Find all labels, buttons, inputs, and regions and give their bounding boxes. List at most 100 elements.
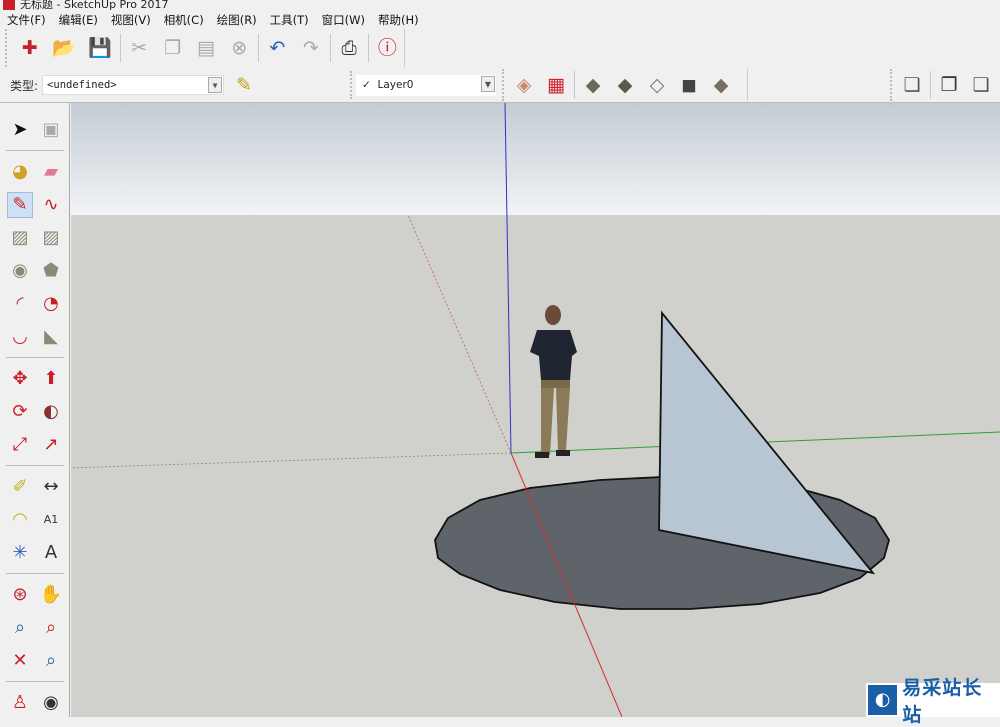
toolbar-row-2: 类型: <undefined> ▼ ✎ ✓ Layer0 ▼ ◈ ▦ ◆ ◆ ◇ ◼ ◆ ❏ ❐ ❏ (0, 67, 1000, 103)
freehand-icon[interactable]: ∿ (38, 192, 64, 218)
toolbar-separator (329, 34, 331, 62)
viewport-3d[interactable] (71, 103, 1000, 717)
pencil-icon[interactable]: ✎ (7, 191, 33, 218)
two-point-arc-icon[interactable]: ◡ (7, 324, 33, 350)
sketchup-logo-icon (3, 0, 15, 10)
tool-row: ✐ ↔ (4, 470, 66, 503)
menu-item[interactable]: 文件(F) (0, 11, 52, 29)
tool-row: ♙ ◉ (4, 686, 66, 719)
sandbox-smoove-icon[interactable]: ◆ (581, 73, 605, 97)
menu-item[interactable]: 窗口(W) (315, 11, 371, 29)
make-component-icon[interactable]: ▣ (38, 117, 64, 143)
redo-icon[interactable]: ↷ (300, 36, 321, 60)
section-fill-icon[interactable]: ▦ (544, 73, 568, 97)
erase-icon[interactable]: ⊗ (229, 36, 250, 60)
tool-row: ⟳ ◐ (4, 395, 66, 428)
new-icon[interactable]: ✚ (19, 36, 40, 60)
menu-item[interactable]: 相机(C) (157, 11, 210, 29)
circle-icon[interactable]: ◉ (7, 258, 33, 284)
tape-measure-icon[interactable]: ✐ (7, 474, 33, 500)
tool-row: ◕ ▰ (4, 155, 66, 188)
sandbox-add-detail-icon[interactable]: ◼ (677, 73, 701, 97)
toolbar-separator (6, 150, 64, 151)
watermark-text: 易采站长站 (902, 677, 983, 726)
tool-row: ▨ ▨ (4, 221, 66, 254)
select-icon[interactable]: ➤ (7, 117, 33, 143)
watermark-logo-icon: ◐ (868, 685, 898, 715)
tag-edit-icon[interactable]: ✎ (232, 73, 256, 97)
style-hidden-line-icon[interactable]: ❏ (969, 73, 993, 97)
rotate-icon[interactable]: ⟳ (7, 399, 33, 425)
dimension-icon[interactable]: ↔ (38, 474, 64, 500)
style-xray-icon[interactable]: ❏ (900, 73, 924, 97)
section-plane-icon[interactable]: ◈ (512, 73, 536, 97)
standard-toolbar: ✚ 📂 💾 ✂ ❐ ▤ ⊗ ↶ ↷ ⎙ ⓘ (5, 29, 405, 67)
three-point-arc-icon[interactable]: ◣ (38, 324, 64, 350)
layers-toolbar: ✓ Layer0 ▼ (350, 71, 496, 99)
paint-bucket-icon[interactable]: ◕ (7, 159, 33, 185)
style-wireframe-icon[interactable]: ❐ (937, 73, 961, 97)
offset-icon[interactable]: ↗ (38, 432, 64, 458)
large-tool-set: ➤ ▣ ◕ ▰ ✎ ∿ ▨ ▨ ◉ ⬟ ◜ ◔ ◡ ◣ ✥ ⬆ ⟳ ◐ ⤢ ↗ ✐ ↔ ◠ A1 ✳ A ⊛ ✋ ⌕ ⌕ ✕ ⌕ ♙ ◉ (0, 103, 70, 717)
chevron-down-icon[interactable]: ▼ (481, 75, 495, 92)
menu-item[interactable]: 绘图(R) (210, 11, 263, 29)
copy-icon[interactable]: ❐ (162, 36, 183, 60)
paste-icon[interactable]: ▤ (195, 36, 216, 60)
watermark: ◐ 易采站长站 (866, 677, 1000, 726)
toolbar-separator (6, 357, 64, 358)
menu-item[interactable]: 视图(V) (104, 11, 157, 29)
toolbar-separator (6, 681, 64, 682)
look-around-icon[interactable]: ◉ (38, 690, 64, 716)
entity-type-combo[interactable]: <undefined> ▼ (42, 75, 225, 95)
zoom-icon[interactable]: ⌕ (7, 615, 33, 641)
save-icon[interactable]: 💾 (88, 36, 112, 60)
3d-text-icon[interactable]: A (38, 540, 64, 566)
scale-icon[interactable]: ⤢ (7, 432, 33, 458)
entity-type-label: 类型: (10, 78, 39, 93)
pan-icon[interactable]: ✋ (38, 582, 64, 608)
menu-item[interactable]: 帮助(H) (371, 11, 425, 29)
follow-me-icon[interactable]: ◐ (38, 399, 64, 425)
layer-dropdown[interactable]: ✓ Layer0 ▼ (356, 74, 496, 96)
move-icon[interactable]: ✥ (7, 366, 33, 392)
entity-info-toolbar: 类型: <undefined> ▼ ✎ (2, 69, 267, 101)
rotated-rectangle-icon[interactable]: ▨ (38, 225, 64, 251)
tool-row: ✥ ⬆ (4, 362, 66, 395)
tool-row: ◡ ◣ (4, 320, 66, 353)
pie-icon[interactable]: ◔ (38, 291, 64, 317)
axes-icon[interactable]: ✳ (7, 540, 33, 566)
print-icon[interactable]: ⎙ (338, 36, 359, 60)
sandbox-stamp-icon[interactable]: ◆ (613, 73, 637, 97)
model-info-icon[interactable]: ⓘ (377, 36, 398, 60)
orbit-icon[interactable]: ⊛ (7, 582, 33, 608)
protractor-icon[interactable]: ◠ (7, 507, 33, 533)
tool-row: ➤ ▣ (4, 113, 66, 146)
menu-item[interactable]: 编辑(E) (52, 11, 104, 29)
window-title-text: 无标题 - SketchUp Pro 2017 (20, 0, 169, 11)
zoom-extents-icon[interactable]: ✕ (7, 648, 33, 674)
rectangle-icon[interactable]: ▨ (7, 225, 33, 251)
styles-toolbar: ❏ ❐ ❏ (890, 69, 1000, 101)
text-icon[interactable]: A1 (38, 507, 64, 533)
layer-name: Layer0 (377, 78, 414, 91)
open-icon[interactable]: 📂 (52, 36, 76, 60)
sandbox-drape-icon[interactable]: ◇ (645, 73, 669, 97)
tool-row: ◠ A1 (4, 503, 66, 536)
undo-icon[interactable]: ↶ (267, 36, 288, 60)
eraser-icon[interactable]: ▰ (38, 159, 64, 185)
push-pull-icon[interactable]: ⬆ (38, 366, 64, 392)
cut-icon[interactable]: ✂ (129, 36, 150, 60)
toolbar-separator (119, 34, 121, 62)
ground (71, 215, 1000, 717)
zoom-window-icon[interactable]: ⌕ (38, 615, 64, 641)
arc-icon[interactable]: ◜ (7, 291, 33, 317)
polygon-icon[interactable]: ⬟ (38, 258, 64, 284)
tool-row: ✎ ∿ (4, 188, 66, 221)
position-camera-icon[interactable]: ♙ (7, 690, 33, 716)
previous-view-icon[interactable]: ⌕ (38, 648, 64, 674)
chevron-down-icon[interactable]: ▼ (208, 77, 223, 93)
menu-item[interactable]: 工具(T) (263, 11, 315, 29)
tool-row: ✕ ⌕ (4, 644, 66, 677)
sandbox-flip-edge-icon[interactable]: ◆ (709, 73, 733, 97)
toolbar-separator (6, 573, 64, 574)
